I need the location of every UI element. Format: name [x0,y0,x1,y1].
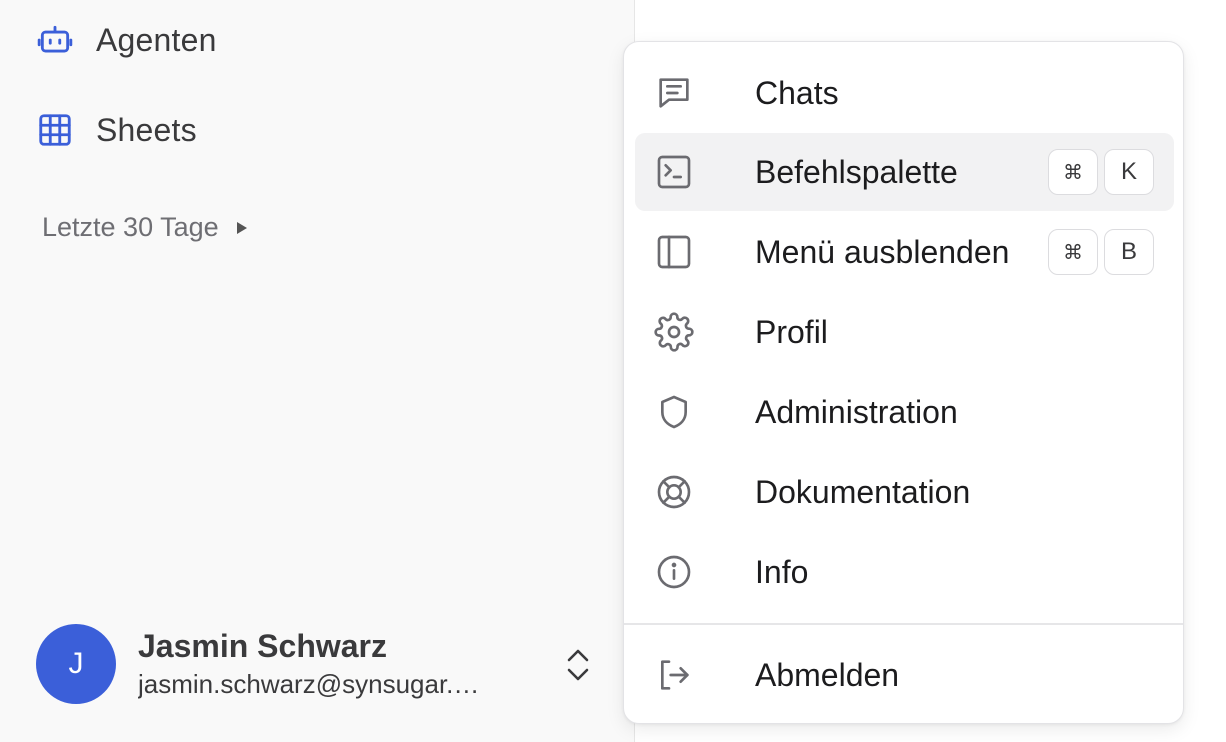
user-menu: Chats Befehlspalette ⌘ K Menü ausblenden… [623,41,1184,724]
menu-item-label: Administration [755,393,958,430]
menu-item-label: Befehlspalette [755,153,958,190]
menu-item-profil[interactable]: Profil [635,293,1174,371]
gear-icon [654,312,694,352]
keyboard-shortcut: ⌘ K [1048,149,1154,195]
sidebar-item-agenten[interactable]: Agenten [36,18,217,62]
user-name: Jasmin Schwarz [138,628,387,664]
caret-right-icon [235,220,249,236]
menu-item-label: Chats [755,74,839,111]
chevron-up-down-icon[interactable] [558,643,598,687]
shortcut-key: B [1104,229,1154,275]
command-key-icon: ⌘ [1048,149,1098,195]
table-icon [36,111,74,149]
menu-item-menue-ausblenden[interactable]: Menü ausblenden ⌘ B [635,213,1174,291]
user-email: jasmin.schwarz@synsugar.… [138,669,480,699]
sidebar-item-label: Sheets [96,111,197,148]
sidebar-item-label: Agenten [96,21,217,58]
menu-divider [624,623,1183,625]
avatar: J [36,624,116,704]
chat-icon [654,73,694,113]
sidebar-item-sheets[interactable]: Sheets [36,108,197,152]
menu-item-dokumentation[interactable]: Dokumentation [635,453,1174,531]
section-toggle-last-30-days[interactable]: Letzte 30 Tage [42,212,249,243]
sidebar: Agenten Sheets Letzte 30 Tage J Jasmin S… [0,0,635,742]
shield-icon [654,392,694,432]
menu-item-label: Dokumentation [755,473,971,510]
terminal-icon [654,152,694,192]
menu-item-administration[interactable]: Administration [635,373,1174,451]
robot-icon [36,21,74,59]
section-label: Letzte 30 Tage [42,212,219,242]
menu-item-info[interactable]: Info [635,533,1174,611]
menu-item-label: Menü ausblenden [755,233,1010,270]
menu-item-abmelden[interactable]: Abmelden [635,636,1174,714]
menu-item-chats[interactable]: Chats [635,54,1174,132]
user-account-switcher[interactable]: J Jasmin Schwarz jasmin.schwarz@synsugar… [36,623,606,705]
shortcut-key: K [1104,149,1154,195]
logout-icon [654,655,694,695]
menu-item-label: Profil [755,313,828,350]
command-key-icon: ⌘ [1048,229,1098,275]
menu-item-label: Abmelden [755,656,900,693]
keyboard-shortcut: ⌘ B [1048,229,1154,275]
lifebuoy-icon [654,472,694,512]
sidebar-icon [654,232,694,272]
menu-item-befehlspalette[interactable]: Befehlspalette ⌘ K [635,133,1174,211]
info-icon [654,552,694,592]
menu-item-label: Info [755,553,809,590]
